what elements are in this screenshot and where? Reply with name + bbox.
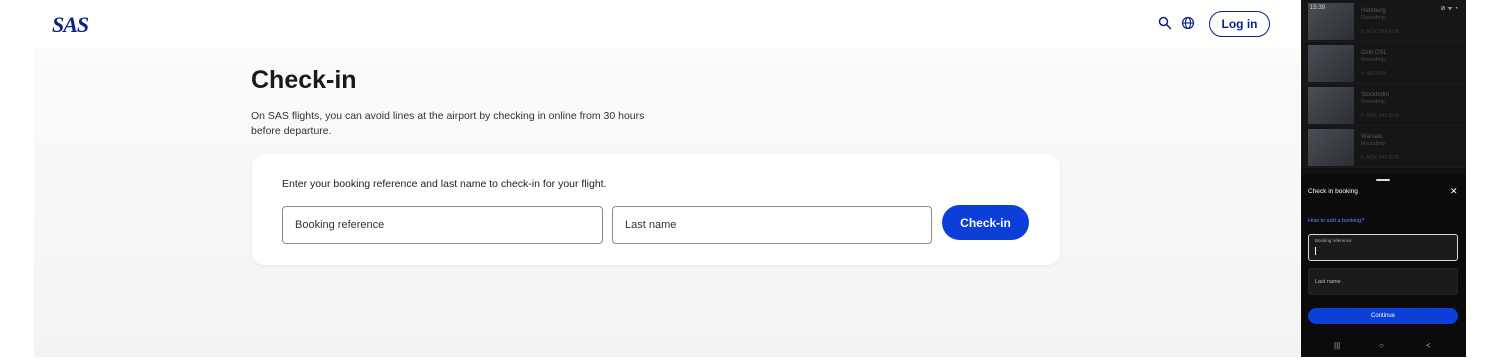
destination-price: fr. NOK 594 NOK — [1361, 29, 1400, 35]
booking-reference-input[interactable]: Booking reference — [282, 206, 603, 244]
check-in-button[interactable]: Check-in — [942, 205, 1029, 240]
sheet-drag-handle[interactable] — [1376, 179, 1390, 181]
close-icon[interactable]: ✕ — [1450, 186, 1458, 197]
destination-city: Stockholm — [1361, 92, 1390, 98]
mobile-booking-reference-label: Booking reference — [1315, 238, 1352, 243]
checkin-form-card: Enter your booking reference and last na… — [252, 154, 1060, 265]
sheet-title: Check in booking — [1308, 188, 1358, 195]
status-time: 15:39 — [1310, 5, 1326, 11]
login-button[interactable]: Log in — [1209, 11, 1270, 37]
destination-city: Oslo OSL — [1361, 50, 1388, 56]
mobile-last-name-input[interactable]: Last name — [1308, 268, 1458, 295]
page-title: Check-in — [251, 66, 357, 94]
screenshot-root: SAS Log in Check-in On SAS flights, you … — [0, 0, 1500, 360]
sas-logo[interactable]: SAS — [52, 12, 89, 38]
form-instruction: Enter your booking reference and last na… — [282, 178, 607, 190]
destination-price: fr. NOK 443 NOK — [1361, 155, 1400, 161]
how-to-add-booking-link[interactable]: How to add a booking? — [1308, 218, 1364, 224]
list-item[interactable]: Stockholm Roundtrip fr. NOK 443 NOK — [1301, 84, 1466, 126]
text-caret — [1315, 247, 1316, 255]
home-button[interactable]: ○ — [1379, 341, 1384, 350]
sas-web-page: SAS Log in Check-in On SAS flights, you … — [0, 0, 1300, 360]
list-item[interactable]: Warsaw Roundtrip fr. NOK 443 NOK — [1301, 126, 1466, 168]
continue-button[interactable]: Continue — [1308, 308, 1458, 324]
mobile-booking-reference-input[interactable]: Booking reference — [1308, 234, 1458, 261]
mobile-last-name-label: Last name — [1315, 279, 1341, 285]
status-icons: ⊘ ᯤ ◔ — [1440, 6, 1458, 12]
destination-trip-type: Roundtrip — [1361, 141, 1385, 147]
destination-image — [1308, 129, 1354, 166]
recent-apps-button[interactable]: ||| — [1334, 341, 1340, 350]
destination-price: fr. NOK 443 NOK — [1361, 113, 1400, 119]
page-description: On SAS flights, you can avoid lines at t… — [251, 110, 645, 137]
check-in-bottom-sheet: Check in booking ✕ How to add a booking?… — [1301, 175, 1466, 357]
globe-icon[interactable] — [1181, 16, 1195, 30]
destination-image — [1308, 87, 1354, 124]
android-nav-bar: ||| ○ < — [1301, 337, 1466, 357]
list-item[interactable]: Oslo OSL Roundtrip fr. 463 NOK — [1301, 42, 1466, 84]
destination-trip-type: Roundtrip — [1361, 99, 1385, 105]
mobile-app-panel: Hamburg Roundtrip fr. NOK 594 NOK Oslo O… — [1301, 0, 1466, 357]
search-icon[interactable] — [1158, 16, 1172, 30]
back-button[interactable]: < — [1426, 341, 1431, 350]
destination-image — [1308, 45, 1354, 82]
destination-trip-type: Roundtrip — [1361, 57, 1385, 63]
destination-city: Warsaw — [1361, 134, 1383, 140]
booking-reference-placeholder: Booking reference — [295, 219, 385, 231]
destination-price: fr. 463 NOK — [1361, 71, 1388, 77]
last-name-input[interactable]: Last name — [612, 206, 932, 244]
last-name-placeholder: Last name — [625, 219, 677, 231]
status-bar: 15:39 ⊘ ᯤ ◔ — [1301, 0, 1466, 16]
